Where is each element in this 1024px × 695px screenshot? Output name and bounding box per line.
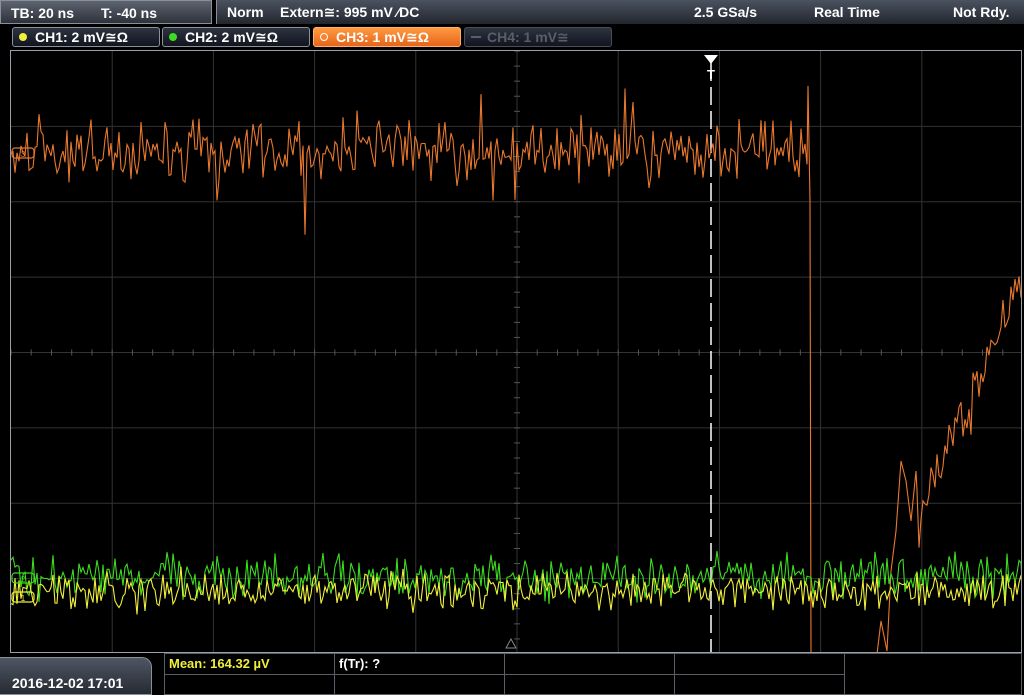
- time-origin-marker-icon: [505, 637, 517, 649]
- ch4-indicator-icon: [471, 36, 481, 38]
- waveform-display[interactable]: T 3 2 1: [10, 50, 1022, 653]
- trigger-time-readout[interactable]: T: -40 ns: [101, 5, 157, 21]
- ch2-indicator-icon: [169, 33, 177, 41]
- measurement-cell[interactable]: [165, 674, 335, 694]
- measurement-cell[interactable]: [505, 674, 675, 694]
- ch3-button[interactable]: CH3: 1 mV≅Ω: [313, 27, 461, 47]
- measurement-cell[interactable]: [675, 654, 845, 674]
- measurement-cell-mean[interactable]: Mean: 164.32 µV: [165, 654, 335, 674]
- ch3-marker-label: 3: [21, 150, 26, 159]
- ch1-label: CH1: 2 mV≅Ω: [35, 29, 128, 45]
- trigger-source[interactable]: Extern≅: 995 mV ∕DC: [280, 4, 419, 21]
- ch1-marker-label: 1: [21, 594, 26, 603]
- trigger-arrow-icon: [704, 55, 718, 64]
- waveform-canvas[interactable]: T 3 2 1: [11, 51, 1022, 653]
- measurement-cell[interactable]: [675, 674, 845, 694]
- measurement-cell[interactable]: [505, 654, 675, 674]
- ch1-indicator-icon: [19, 33, 27, 41]
- ch3-indicator-icon: [320, 33, 328, 41]
- ftr-measurement: f(Tr): ?: [339, 656, 381, 671]
- ch3-label: CH3: 1 mV≅Ω: [336, 29, 429, 45]
- ch2-button[interactable]: CH2: 2 mV≅Ω: [162, 27, 310, 47]
- trigger-mode[interactable]: Norm: [227, 4, 264, 20]
- acquisition-status: Not Rdy.: [953, 4, 1010, 20]
- ch2-label: CH2: 2 mV≅Ω: [185, 29, 278, 45]
- measurement-panel[interactable]: Mean: 164.32 µV f(Tr): ?: [164, 653, 1022, 695]
- sample-rate[interactable]: 2.5 GSa/s: [694, 4, 757, 20]
- channel-bar: CH1: 2 mV≅Ω CH2: 2 mV≅Ω CH3: 1 mV≅Ω CH4:…: [0, 26, 1024, 48]
- ch4-button[interactable]: CH4: 1 mV≅: [464, 27, 612, 47]
- datetime-panel: 2016-12-02 17:01: [0, 657, 152, 695]
- mean-measurement: Mean: 164.32 µV: [169, 656, 270, 671]
- ch4-label: CH4: 1 mV≅: [487, 29, 569, 45]
- ch1-button[interactable]: CH1: 2 mV≅Ω: [12, 27, 160, 47]
- acquisition-mode[interactable]: Real Time: [814, 4, 880, 20]
- timebase-panel[interactable]: TB: 20 ns T: -40 ns: [0, 0, 212, 24]
- ch1-level-marker[interactable]: 1: [11, 591, 35, 603]
- ch3-level-marker[interactable]: 3: [11, 147, 35, 159]
- top-status-bar: TB: 20 ns T: -40 ns Norm Extern≅: 995 mV…: [0, 0, 1024, 26]
- trigger-acq-panel[interactable]: Norm Extern≅: 995 mV ∕DC 2.5 GSa/s Real …: [216, 0, 1024, 24]
- datetime-readout: 2016-12-02 17:01: [12, 675, 124, 691]
- ch2-marker-label: 2: [21, 575, 26, 584]
- timebase-readout[interactable]: TB: 20 ns: [11, 5, 74, 21]
- trigger-marker-label: T: [707, 67, 715, 82]
- measurement-cell-ftr[interactable]: f(Tr): ?: [335, 654, 505, 674]
- measurement-cell[interactable]: [335, 674, 505, 694]
